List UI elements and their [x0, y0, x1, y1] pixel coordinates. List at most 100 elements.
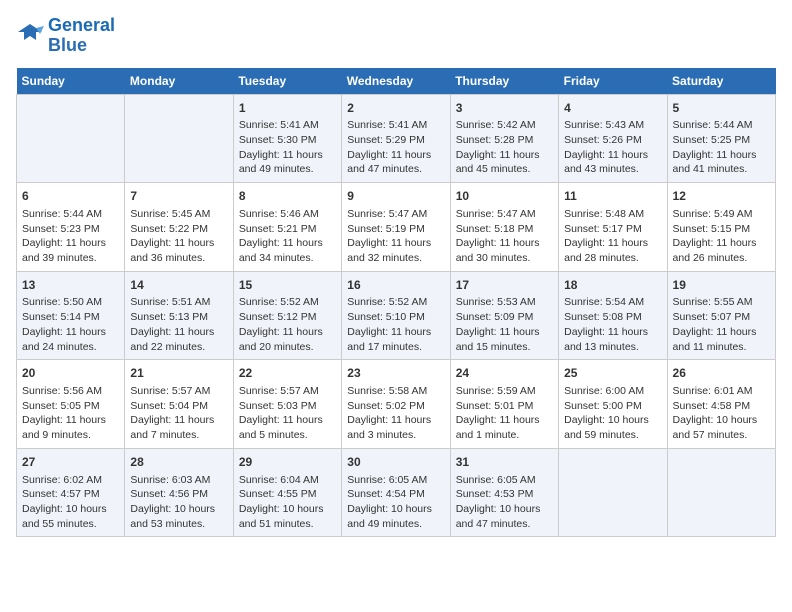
day-number: 24: [456, 365, 553, 382]
day-number: 4: [564, 100, 661, 117]
calendar-cell: 19Sunrise: 5:55 AM Sunset: 5:07 PM Dayli…: [667, 271, 775, 360]
col-header-sunday: Sunday: [17, 68, 125, 95]
day-number: 20: [22, 365, 119, 382]
day-info: Sunrise: 5:48 AM Sunset: 5:17 PM Dayligh…: [564, 207, 661, 266]
day-number: 14: [130, 277, 227, 294]
day-info: Sunrise: 5:51 AM Sunset: 5:13 PM Dayligh…: [130, 295, 227, 354]
day-info: Sunrise: 5:59 AM Sunset: 5:01 PM Dayligh…: [456, 384, 553, 443]
day-info: Sunrise: 5:50 AM Sunset: 5:14 PM Dayligh…: [22, 295, 119, 354]
day-info: Sunrise: 5:52 AM Sunset: 5:10 PM Dayligh…: [347, 295, 444, 354]
calendar-cell: 5Sunrise: 5:44 AM Sunset: 5:25 PM Daylig…: [667, 94, 775, 183]
day-number: 6: [22, 188, 119, 205]
day-number: 22: [239, 365, 336, 382]
calendar-cell: 2Sunrise: 5:41 AM Sunset: 5:29 PM Daylig…: [342, 94, 450, 183]
day-number: 8: [239, 188, 336, 205]
day-number: 11: [564, 188, 661, 205]
calendar-cell: [667, 448, 775, 537]
calendar-cell: 8 Sunrise: 5:46 AM Sunset: 5:21 PM Daylig…: [233, 183, 341, 272]
day-number: 26: [673, 365, 770, 382]
day-number: 12: [673, 188, 770, 205]
day-number: 28: [130, 454, 227, 471]
calendar-cell: 11 Sunrise: 5:48 AM Sunset: 5:17 PM Dayli…: [559, 183, 667, 272]
col-header-monday: Monday: [125, 68, 233, 95]
calendar-cell: 24 Sunrise: 5:59 AM Sunset: 5:01 PM Dayli…: [450, 360, 558, 449]
day-info: Sunrise: 6:05 AM Sunset: 4:53 PM Dayligh…: [456, 473, 553, 532]
calendar-table: SundayMondayTuesdayWednesdayThursdayFrid…: [16, 68, 776, 538]
calendar-cell: 15Sunrise: 5:52 AM Sunset: 5:12 PM Dayli…: [233, 271, 341, 360]
day-number: 17: [456, 277, 553, 294]
logo-text: General Blue: [48, 16, 115, 56]
day-info: Sunrise: 5:57 AM Sunset: 5:04 PM Dayligh…: [130, 384, 227, 443]
calendar-header-row: SundayMondayTuesdayWednesdayThursdayFrid…: [17, 68, 776, 95]
day-info: Sunrise: 5:44 AM Sunset: 5:25 PM Dayligh…: [673, 118, 770, 177]
calendar-cell: 6 Sunrise: 5:44 AM Sunset: 5:23 PM Daylig…: [17, 183, 125, 272]
col-header-thursday: Thursday: [450, 68, 558, 95]
calendar-cell: 7Sunrise: 5:45 AM Sunset: 5:22 PM Daylig…: [125, 183, 233, 272]
day-number: 16: [347, 277, 444, 294]
day-info: Sunrise: 6:04 AM Sunset: 4:55 PM Dayligh…: [239, 473, 336, 532]
col-header-saturday: Saturday: [667, 68, 775, 95]
day-info: Sunrise: 6:00 AM Sunset: 5:00 PM Dayligh…: [564, 384, 661, 443]
calendar-cell: [559, 448, 667, 537]
calendar-cell: 18Sunrise: 5:54 AM Sunset: 5:08 PM Dayli…: [559, 271, 667, 360]
logo-icon: [16, 22, 44, 50]
calendar-week-row: 13Sunrise: 5:50 AM Sunset: 5:14 PM Dayli…: [17, 271, 776, 360]
day-number: 18: [564, 277, 661, 294]
day-info: Sunrise: 5:54 AM Sunset: 5:08 PM Dayligh…: [564, 295, 661, 354]
day-number: 25: [564, 365, 661, 382]
calendar-cell: 27Sunrise: 6:02 AM Sunset: 4:57 PM Dayli…: [17, 448, 125, 537]
day-info: Sunrise: 6:03 AM Sunset: 4:56 PM Dayligh…: [130, 473, 227, 532]
day-info: Sunrise: 5:52 AM Sunset: 5:12 PM Dayligh…: [239, 295, 336, 354]
day-info: Sunrise: 5:44 AM Sunset: 5:23 PM Dayligh…: [22, 207, 119, 266]
calendar-cell: 4Sunrise: 5:43 AM Sunset: 5:26 PM Daylig…: [559, 94, 667, 183]
calendar-cell: 21Sunrise: 5:57 AM Sunset: 5:04 PM Dayli…: [125, 360, 233, 449]
day-info: Sunrise: 5:57 AM Sunset: 5:03 PM Dayligh…: [239, 384, 336, 443]
day-number: 5: [673, 100, 770, 117]
day-number: 31: [456, 454, 553, 471]
calendar-cell: 29Sunrise: 6:04 AM Sunset: 4:55 PM Dayli…: [233, 448, 341, 537]
calendar-cell: 9 Sunrise: 5:47 AM Sunset: 5:19 PM Daylig…: [342, 183, 450, 272]
day-info: Sunrise: 5:56 AM Sunset: 5:05 PM Dayligh…: [22, 384, 119, 443]
calendar-cell: 22 Sunrise: 5:57 AM Sunset: 5:03 PM Dayli…: [233, 360, 341, 449]
day-info: Sunrise: 5:45 AM Sunset: 5:22 PM Dayligh…: [130, 207, 227, 266]
calendar-week-row: 1Sunrise: 5:41 AM Sunset: 5:30 PM Daylig…: [17, 94, 776, 183]
day-number: 23: [347, 365, 444, 382]
calendar-cell: 13Sunrise: 5:50 AM Sunset: 5:14 PM Dayli…: [17, 271, 125, 360]
day-number: 3: [456, 100, 553, 117]
day-info: Sunrise: 6:01 AM Sunset: 4:58 PM Dayligh…: [673, 384, 770, 443]
calendar-cell: 23Sunrise: 5:58 AM Sunset: 5:02 PM Dayli…: [342, 360, 450, 449]
day-number: 1: [239, 100, 336, 117]
col-header-wednesday: Wednesday: [342, 68, 450, 95]
day-number: 10: [456, 188, 553, 205]
calendar-cell: 17Sunrise: 5:53 AM Sunset: 5:09 PM Dayli…: [450, 271, 558, 360]
day-info: Sunrise: 5:46 AM Sunset: 5:21 PM Dayligh…: [239, 207, 336, 266]
day-info: Sunrise: 5:47 AM Sunset: 5:19 PM Dayligh…: [347, 207, 444, 266]
calendar-cell: 3Sunrise: 5:42 AM Sunset: 5:28 PM Daylig…: [450, 94, 558, 183]
calendar-cell: 20 Sunrise: 5:56 AM Sunset: 5:05 PM Dayli…: [17, 360, 125, 449]
day-info: Sunrise: 5:43 AM Sunset: 5:26 PM Dayligh…: [564, 118, 661, 177]
day-number: 15: [239, 277, 336, 294]
calendar-cell: 31 Sunrise: 6:05 AM Sunset: 4:53 PM Dayli…: [450, 448, 558, 537]
day-number: 27: [22, 454, 119, 471]
calendar-week-row: 6 Sunrise: 5:44 AM Sunset: 5:23 PM Daylig…: [17, 183, 776, 272]
day-number: 30: [347, 454, 444, 471]
calendar-cell: [125, 94, 233, 183]
calendar-cell: 25 Sunrise: 6:00 AM Sunset: 5:00 PM Dayli…: [559, 360, 667, 449]
day-number: 9: [347, 188, 444, 205]
calendar-cell: 14Sunrise: 5:51 AM Sunset: 5:13 PM Dayli…: [125, 271, 233, 360]
day-number: 19: [673, 277, 770, 294]
day-info: Sunrise: 6:05 AM Sunset: 4:54 PM Dayligh…: [347, 473, 444, 532]
day-number: 2: [347, 100, 444, 117]
day-info: Sunrise: 5:53 AM Sunset: 5:09 PM Dayligh…: [456, 295, 553, 354]
calendar-cell: 28 Sunrise: 6:03 AM Sunset: 4:56 PM Dayli…: [125, 448, 233, 537]
calendar-cell: 1Sunrise: 5:41 AM Sunset: 5:30 PM Daylig…: [233, 94, 341, 183]
logo: General Blue: [16, 16, 115, 56]
calendar-cell: 10Sunrise: 5:47 AM Sunset: 5:18 PM Dayli…: [450, 183, 558, 272]
day-info: Sunrise: 5:41 AM Sunset: 5:30 PM Dayligh…: [239, 118, 336, 177]
day-info: Sunrise: 5:41 AM Sunset: 5:29 PM Dayligh…: [347, 118, 444, 177]
day-number: 13: [22, 277, 119, 294]
page-header: General Blue: [16, 16, 776, 56]
day-info: Sunrise: 5:42 AM Sunset: 5:28 PM Dayligh…: [456, 118, 553, 177]
calendar-week-row: 20 Sunrise: 5:56 AM Sunset: 5:05 PM Dayli…: [17, 360, 776, 449]
col-header-friday: Friday: [559, 68, 667, 95]
